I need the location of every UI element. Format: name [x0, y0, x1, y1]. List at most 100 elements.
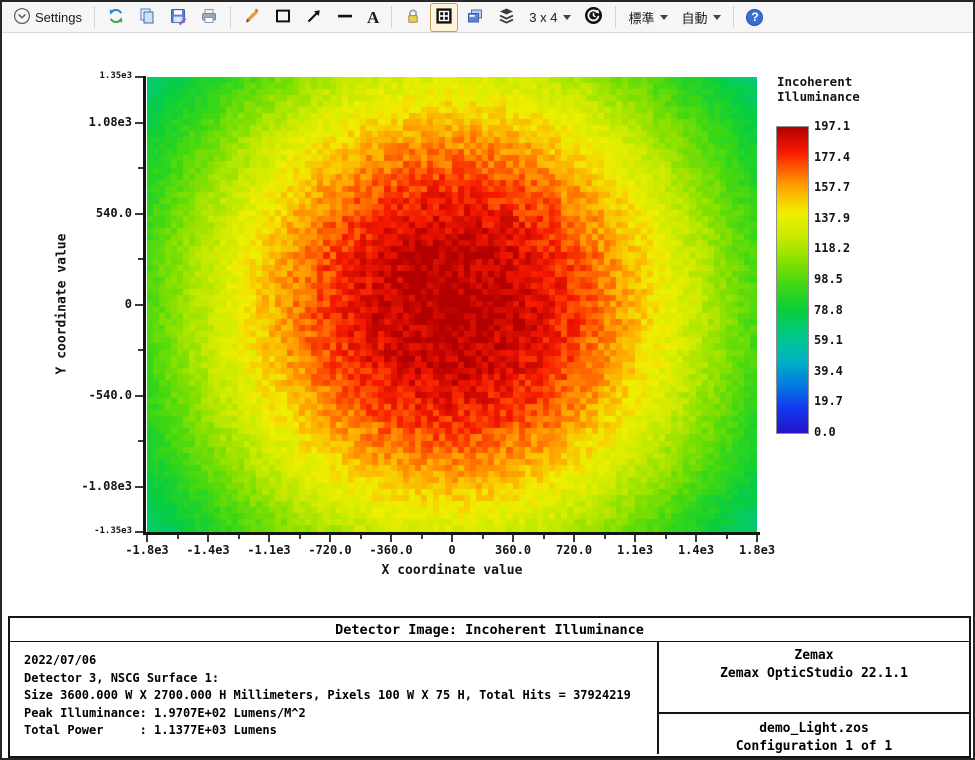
x-tick: [451, 535, 453, 542]
colorbar-tick-label: 98.5: [814, 272, 843, 286]
y-tick: [135, 531, 143, 533]
toolbar-separator: [733, 6, 735, 28]
grid-size-dropdown[interactable]: 3 x 4: [524, 6, 576, 29]
copy-icon: [138, 7, 156, 28]
x-minor-tick: [542, 535, 545, 539]
y-tick: [135, 121, 143, 124]
toolbar-separator: [93, 6, 95, 28]
y-tick: [135, 394, 143, 397]
layers-icon: [497, 7, 516, 28]
x-minor-tick: [481, 535, 484, 539]
toolbar: Settings A 3 x 4 標準 自動 ?: [2, 2, 973, 33]
y-minor-tick: [138, 349, 143, 351]
pencil-icon: [243, 7, 261, 28]
colorbar-tick-label: 137.9: [814, 210, 851, 225]
save-icon: [169, 7, 187, 28]
application-brand-text: Zemax Zemax OpticStudio 22.1.1: [659, 647, 969, 683]
line-icon: [336, 7, 354, 28]
colorbar-tick-label: 157.7: [814, 180, 851, 195]
rectangle-annotation-button[interactable]: [269, 3, 297, 32]
y-tick-label: -1.35e3: [94, 526, 132, 536]
x-minor-tick: [725, 535, 728, 539]
toolbar-separator: [615, 6, 617, 28]
save-button[interactable]: [164, 3, 192, 32]
dropdown-caret-icon: [713, 14, 722, 20]
pencil-annotation-button[interactable]: [238, 3, 266, 32]
file-config-text: demo_Light.zos Configuration 1 of 1: [659, 720, 969, 756]
grid-view-icon: [435, 7, 453, 28]
colorbar-tick-label: 197.1: [814, 119, 851, 133]
print-button[interactable]: [195, 3, 223, 32]
brand-line: Zemax OpticStudio 22.1.1: [720, 666, 908, 681]
y-tick: [135, 212, 143, 215]
auto-dropdown[interactable]: 自動: [676, 4, 726, 31]
x-minor-tick: [176, 535, 179, 539]
settings-button[interactable]: Settings: [8, 3, 87, 32]
dropdown-caret-icon: [563, 14, 572, 20]
overlay-window-icon: [466, 7, 484, 28]
brand-line: Zemax: [794, 648, 834, 663]
toolbar-separator: [391, 6, 393, 28]
detector-info-line: Size 3600.000 W X 2700.000 H Millimeters…: [24, 688, 631, 702]
colorbar-tick-label: 118.2: [814, 241, 851, 256]
y-axis-line: [143, 76, 146, 535]
x-axis-title: X coordinate value: [381, 563, 523, 578]
dropdown-caret-icon: [660, 14, 669, 20]
auto-update-button[interactable]: [579, 2, 608, 32]
x-minor-tick: [603, 535, 606, 539]
text-annotation-button[interactable]: A: [362, 5, 384, 30]
auto-label: 自動: [681, 10, 708, 26]
refresh-button[interactable]: [102, 3, 130, 32]
text-tool-icon: A: [366, 7, 380, 27]
footer-horizontal-divider: [659, 712, 969, 714]
settings-label: Settings: [35, 9, 82, 25]
y-tick-label: 1.35e3: [99, 71, 132, 81]
auto-update-icon: [584, 6, 603, 28]
help-icon: ?: [746, 8, 764, 26]
x-minor-tick: [359, 535, 362, 539]
toolbar-separator: [229, 6, 231, 28]
detector-info-text: 2022/07/06 Detector 3, NSCG Surface 1: Siz…: [24, 652, 631, 740]
x-tick: [390, 535, 392, 542]
preset-label: 標準: [628, 10, 655, 26]
y-tick-label: -540.0: [88, 387, 132, 402]
y-tick: [135, 76, 143, 78]
preset-dropdown[interactable]: 標準: [623, 4, 673, 31]
help-button[interactable]: ?: [741, 5, 768, 30]
line-annotation-button[interactable]: [331, 3, 359, 32]
lock-button[interactable]: [399, 3, 427, 32]
refresh-icon: [107, 7, 125, 28]
lock-icon: [404, 7, 422, 28]
rectangle-icon: [274, 7, 292, 28]
colorbar-title: Incoherent Illuminance: [777, 74, 860, 104]
layers-button[interactable]: [492, 3, 521, 32]
x-tick: [329, 535, 331, 542]
config-line: demo_Light.zos: [759, 721, 869, 736]
x-minor-tick: [298, 535, 301, 539]
x-tick: [512, 535, 514, 542]
y-tick-label: 540.0: [95, 205, 132, 220]
footer-title: Detector Image: Incoherent Illuminance: [8, 616, 971, 643]
overlay-window-button[interactable]: [461, 3, 489, 32]
colorbar-tick-label: 39.4: [814, 363, 843, 378]
y-tick-label: 1.08e3: [88, 114, 132, 129]
detector-heatmap-canvas: [147, 77, 757, 532]
grid-view-button[interactable]: [430, 2, 459, 32]
detector-info-line: 2022/07/06: [24, 653, 97, 667]
x-tick: [695, 535, 697, 542]
x-minor-tick: [420, 535, 423, 539]
y-tick: [135, 303, 143, 306]
x-tick-label: 1.8e3: [738, 543, 776, 557]
arrow-icon: [305, 7, 323, 28]
detector-info-line: Detector 3, NSCG Surface 1:: [24, 670, 220, 685]
print-icon: [200, 7, 218, 28]
x-tick: [207, 535, 209, 542]
x-minor-tick: [237, 535, 240, 539]
config-line: Configuration 1 of 1: [735, 739, 893, 754]
y-tick-label: 0: [124, 296, 132, 311]
y-minor-tick: [138, 167, 143, 169]
chevron-down-circle-icon: [13, 7, 31, 28]
copy-button[interactable]: [133, 3, 161, 32]
arrow-annotation-button[interactable]: [300, 3, 328, 32]
detector-viewer-window: Settings A 3 x 4 標準 自動 ? Y coordinate va…: [0, 0, 975, 760]
